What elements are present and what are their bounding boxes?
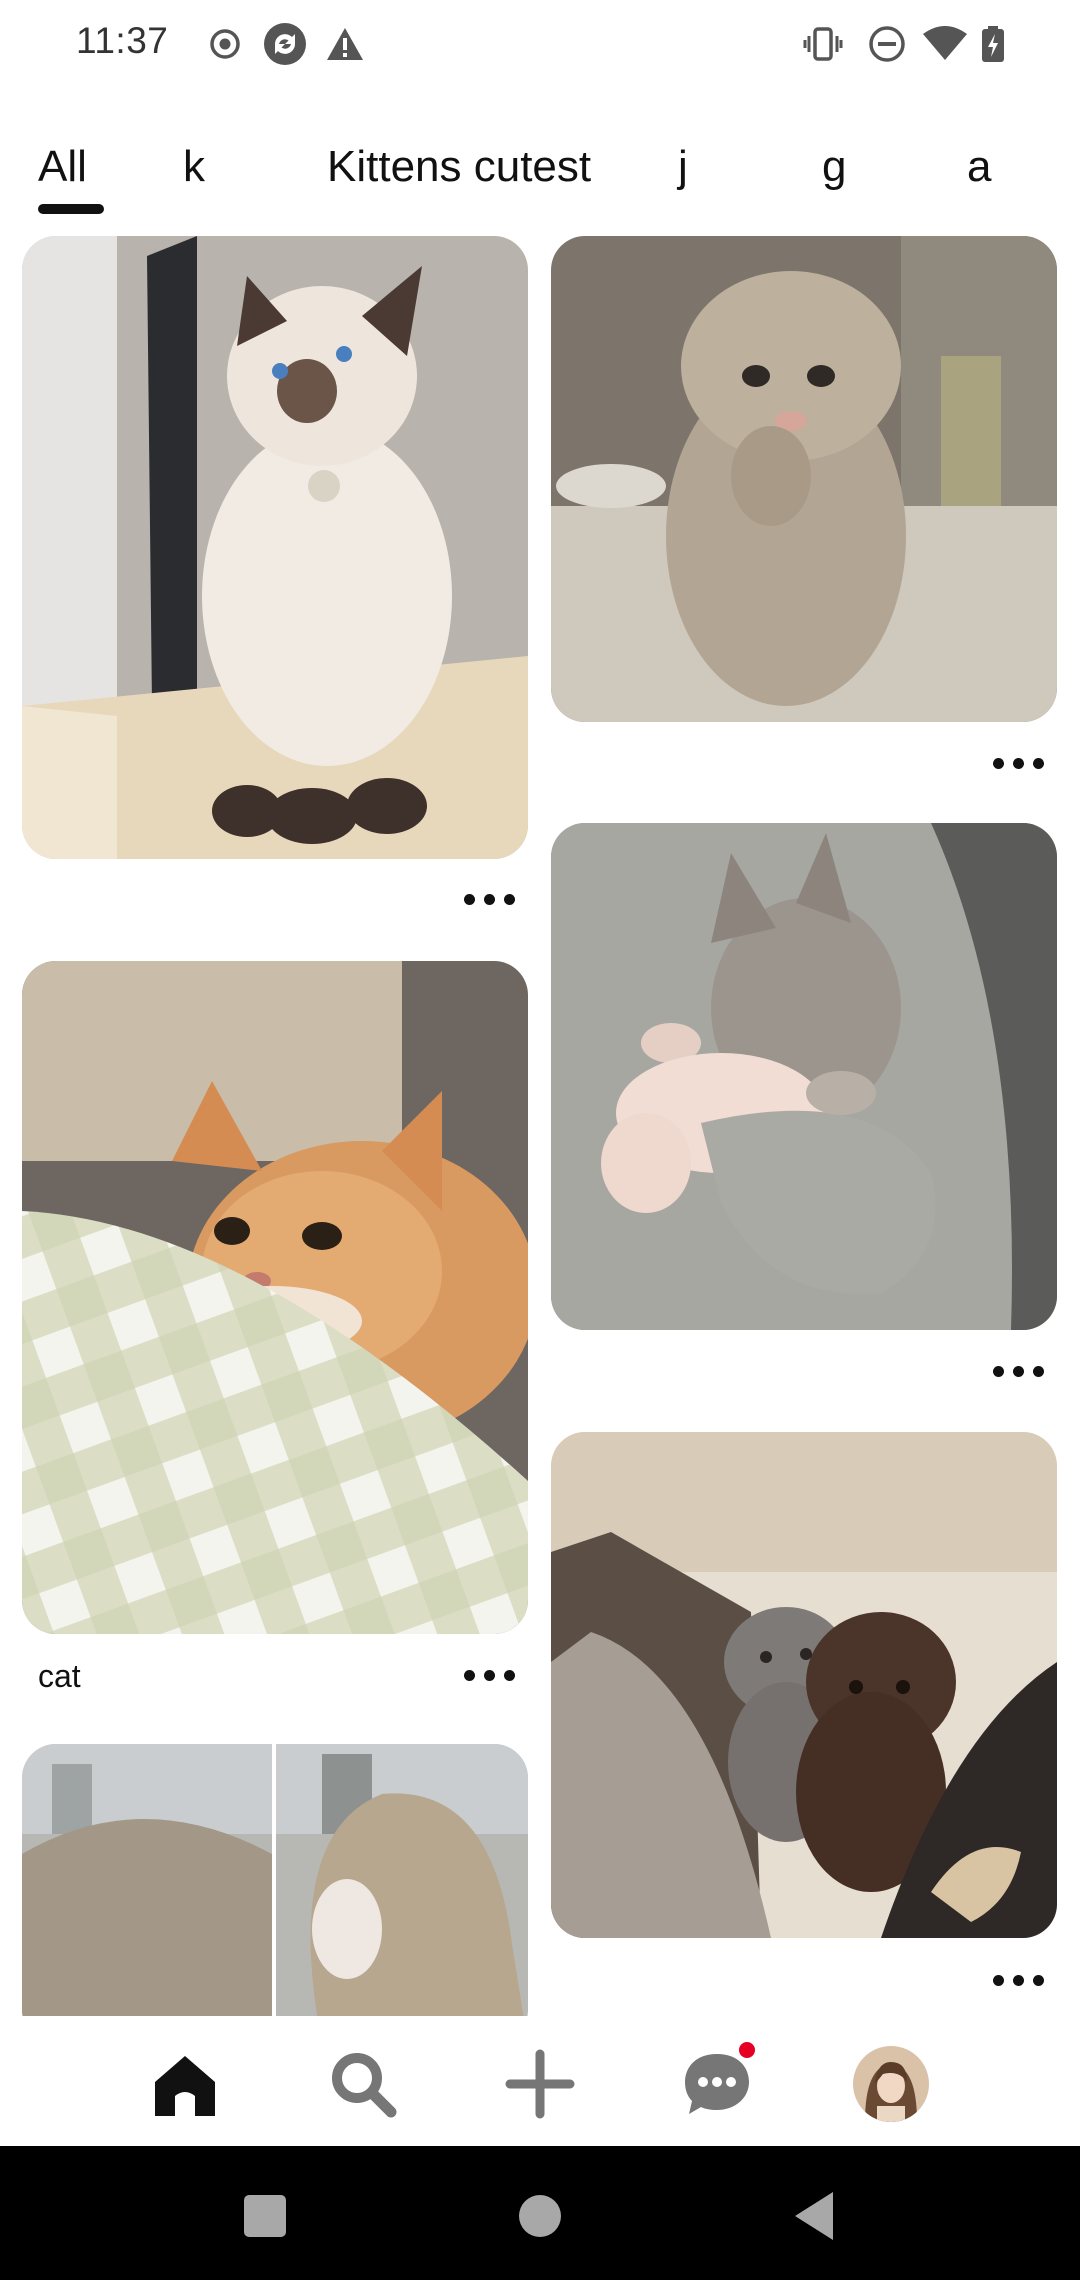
messages-icon[interactable] <box>677 2042 757 2124</box>
more-options-icon[interactable] <box>991 748 1047 778</box>
profile-avatar[interactable] <box>853 2046 929 2122</box>
selected-tab-indicator <box>38 204 104 214</box>
search-icon[interactable] <box>323 2044 403 2124</box>
board-filter-tabs: All k Kittens cutest j g a <box>0 130 1080 220</box>
notification-dot <box>739 2042 755 2058</box>
sync-icon <box>264 23 306 65</box>
recents-button[interactable] <box>235 2186 295 2246</box>
record-icon <box>210 29 240 59</box>
status-time: 11:37 <box>76 20 169 61</box>
home-button[interactable] <box>510 2186 570 2246</box>
battery-icon <box>982 26 1004 62</box>
vibrate-icon <box>803 27 843 61</box>
more-options-icon[interactable] <box>991 1356 1047 1386</box>
tab-k[interactable]: k <box>183 142 205 192</box>
wifi-icon <box>923 26 967 60</box>
tab-g[interactable]: g <box>822 142 846 192</box>
girl-hair-photo <box>22 1744 528 2016</box>
more-options-icon[interactable] <box>991 1965 1047 1995</box>
system-navigation-bar <box>0 2146 1080 2280</box>
tab-all[interactable]: All <box>38 142 87 192</box>
two-scottish-fold-kittens-photo <box>551 1432 1057 1938</box>
tab-kittens-cutest[interactable]: Kittens cutest <box>327 142 591 192</box>
pin-siamese-kitten[interactable] <box>22 236 528 859</box>
kitten-held-in-hands-photo <box>551 823 1057 1330</box>
back-button[interactable] <box>785 2186 845 2246</box>
status-bar: 11:37 <box>0 0 1080 90</box>
siamese-kitten-photo <box>22 236 528 859</box>
tab-a[interactable]: a <box>967 142 991 192</box>
more-options-icon[interactable] <box>462 884 518 914</box>
pin-girl-hair[interactable] <box>22 1744 528 2016</box>
fluffy-grey-kitten-photo <box>551 236 1057 722</box>
pin-held-kitten[interactable] <box>551 823 1057 1330</box>
do-not-disturb-icon <box>869 26 905 62</box>
pin-feed[interactable]: cat <box>0 236 1080 2016</box>
ginger-kitten-on-pillow-photo <box>22 961 528 1634</box>
bottom-navigation <box>0 2016 1080 2146</box>
more-options-icon[interactable] <box>462 1660 518 1690</box>
pin-two-kittens[interactable] <box>551 1432 1057 1938</box>
pin-title: cat <box>38 1658 81 1694</box>
tab-j[interactable]: j <box>678 142 688 192</box>
pin-ginger-kitten[interactable] <box>22 961 528 1634</box>
home-icon[interactable] <box>145 2044 225 2124</box>
pin-fluffy-kitten[interactable] <box>551 236 1057 722</box>
warning-icon <box>327 28 363 60</box>
create-icon[interactable] <box>500 2044 580 2124</box>
